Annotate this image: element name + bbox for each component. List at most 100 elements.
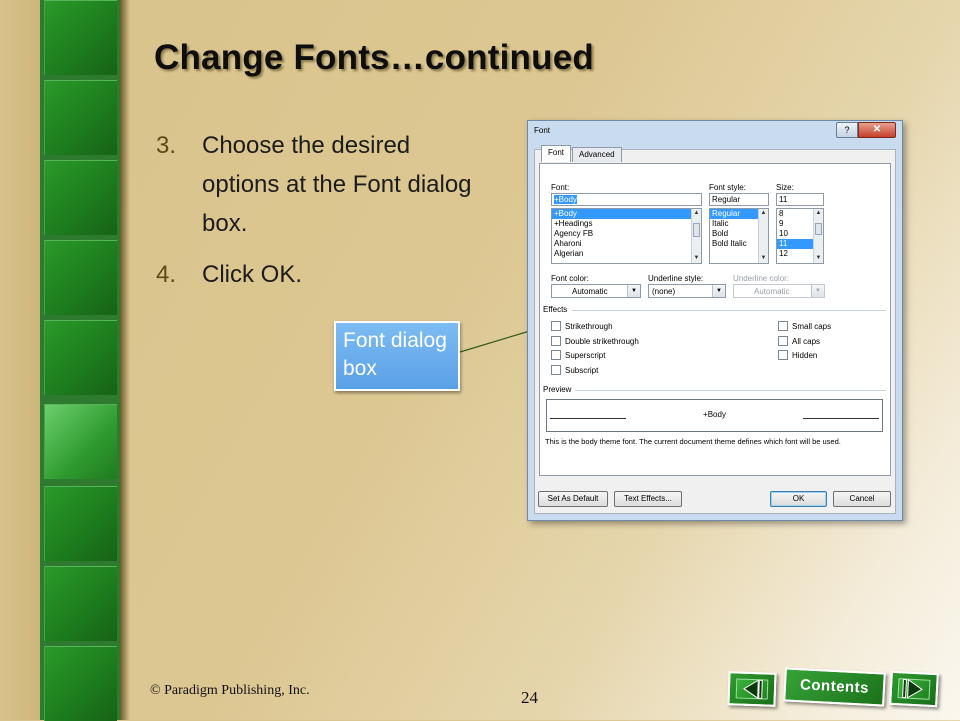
font-style-label: Font style: [709,183,746,192]
underline-color-dropdown[interactable]: Automatic ▼ [733,284,825,298]
green-tile-highlight [44,404,117,479]
copyright-footer: © Paradigm Publishing, Inc. [150,683,310,698]
checkbox-box[interactable] [778,336,788,346]
underline-style-value: (none) [652,287,676,296]
chevron-down-icon[interactable]: ▼ [627,285,640,297]
scroll-up-icon[interactable]: ▲ [692,209,701,218]
checkbox-label: Double strikethrough [565,336,639,346]
list-item[interactable]: Aharoni [552,239,701,249]
help-button[interactable]: ? [836,122,858,138]
step-number: 3. [156,132,177,159]
superscript-checkbox[interactable]: Superscript [551,350,605,360]
step-number: 4. [156,261,177,288]
slide-title: Change Fonts…continued [154,38,594,77]
step-list: 3. Choose the desired options at the Fon… [156,126,476,306]
scroll-thumb[interactable] [815,223,822,235]
underline-style-dropdown[interactable]: (none) ▼ [648,284,726,298]
font-list[interactable]: +Body +Headings Agency FB Aharoni Algeri… [551,208,702,264]
set-as-default-button[interactable]: Set As Default [538,491,608,507]
preview-box: +Body [546,399,883,432]
underline-style-label: Underline style: [648,274,704,283]
size-input[interactable]: 11 [776,193,824,206]
subscript-checkbox[interactable]: Subscript [551,365,598,375]
left-edge [0,0,40,720]
green-tile [44,0,117,75]
checkbox-label: Hidden [792,350,818,360]
step-text: Choose the desired options at the Font d… [202,132,472,237]
font-style-list[interactable]: Regular Italic Bold Bold Italic ▲ ▼ [709,208,769,264]
scroll-down-icon[interactable]: ▼ [692,254,701,263]
previous-slide-button[interactable] [727,671,777,707]
size-label: Size: [776,183,794,192]
effects-label: Effects [543,305,568,314]
size-list[interactable]: 8 9 10 11 12 ▲ ▼ [776,208,824,264]
scroll-thumb[interactable] [693,223,700,237]
list-item[interactable]: +Body [552,209,701,219]
green-tile [44,646,117,721]
contents-button[interactable]: Contents [783,667,886,707]
step-text: Click OK. [202,261,303,288]
effects-divider [572,310,886,311]
scroll-up-icon[interactable]: ▲ [814,209,823,218]
font-style-input[interactable]: Regular [709,193,769,206]
green-tile [44,160,117,235]
green-tile [44,240,117,315]
font-dialog: Font ? ✕ Font Advanced Font: +Body +Body… [527,120,903,521]
checkbox-box[interactable] [551,336,561,346]
checkbox-label: Small caps [792,321,832,331]
green-tile [44,566,117,641]
font-color-dropdown[interactable]: Automatic ▼ [551,284,641,298]
scroll-up-icon[interactable]: ▲ [759,209,768,218]
tab-font[interactable]: Font [541,145,572,162]
list-item[interactable]: Algerian [552,249,701,259]
ok-button[interactable]: OK [770,491,827,507]
checkbox-label: Superscript [565,350,606,360]
step-item: 3. Choose the desired options at the Fon… [156,126,476,243]
window-controls: ? ✕ [836,122,896,138]
strikethrough-checkbox[interactable]: Strikethrough [551,321,613,331]
checkbox-box[interactable] [551,365,561,375]
tab-advanced[interactable]: Advanced [572,147,622,162]
small-caps-checkbox[interactable]: Small caps [778,321,831,331]
double-strikethrough-checkbox[interactable]: Double strikethrough [551,336,639,346]
checkbox-box[interactable] [551,321,561,331]
tab-strip: Font Advanced [541,145,623,162]
preview-description: This is the body theme font. The current… [545,437,841,446]
checkbox-box[interactable] [778,321,788,331]
scroll-down-icon[interactable]: ▼ [814,254,823,263]
checkbox-box[interactable] [778,350,788,360]
next-slide-button[interactable] [889,670,939,708]
all-caps-checkbox[interactable]: All caps [778,336,820,346]
chevron-down-icon[interactable]: ▼ [811,285,824,297]
page-number: 24 [521,688,538,707]
preview-label: Preview [543,385,572,394]
triangle-left-icon [743,679,763,700]
hidden-checkbox[interactable]: Hidden [778,350,817,360]
font-name-input[interactable]: +Body [551,193,702,206]
close-button[interactable]: ✕ [858,122,896,138]
green-tile [44,486,117,561]
chevron-down-icon[interactable]: ▼ [712,285,725,297]
font-color-label: Font color: [551,274,589,283]
cancel-button[interactable]: Cancel [833,491,891,507]
dialog-body: Font Advanced Font: +Body +Body +Heading… [534,145,896,514]
font-list-scrollbar[interactable]: ▲ ▼ [691,209,701,263]
dialog-title: Font [534,126,551,135]
callout-text: Font dialog box [343,329,447,380]
checkbox-label: All caps [792,336,821,346]
size-list-scrollbar[interactable]: ▲ ▼ [813,209,823,263]
font-label: Font: [551,183,570,192]
font-color-value: Automatic [572,287,608,296]
text-effects-button[interactable]: Text Effects... [614,491,682,507]
callout-box: Font dialog box [334,321,460,391]
underline-color-value: Automatic [754,287,790,296]
list-item[interactable]: Agency FB [552,229,701,239]
scroll-down-icon[interactable]: ▼ [759,254,768,263]
dialog-titlebar: Font ? ✕ [528,121,902,141]
font-style-scrollbar[interactable]: ▲ ▼ [758,209,768,263]
preview-divider [575,390,886,391]
checkbox-box[interactable] [551,350,561,360]
list-item[interactable]: +Headings [552,219,701,229]
font-name-value: +Body [554,195,577,204]
contents-label: Contents [799,676,870,697]
